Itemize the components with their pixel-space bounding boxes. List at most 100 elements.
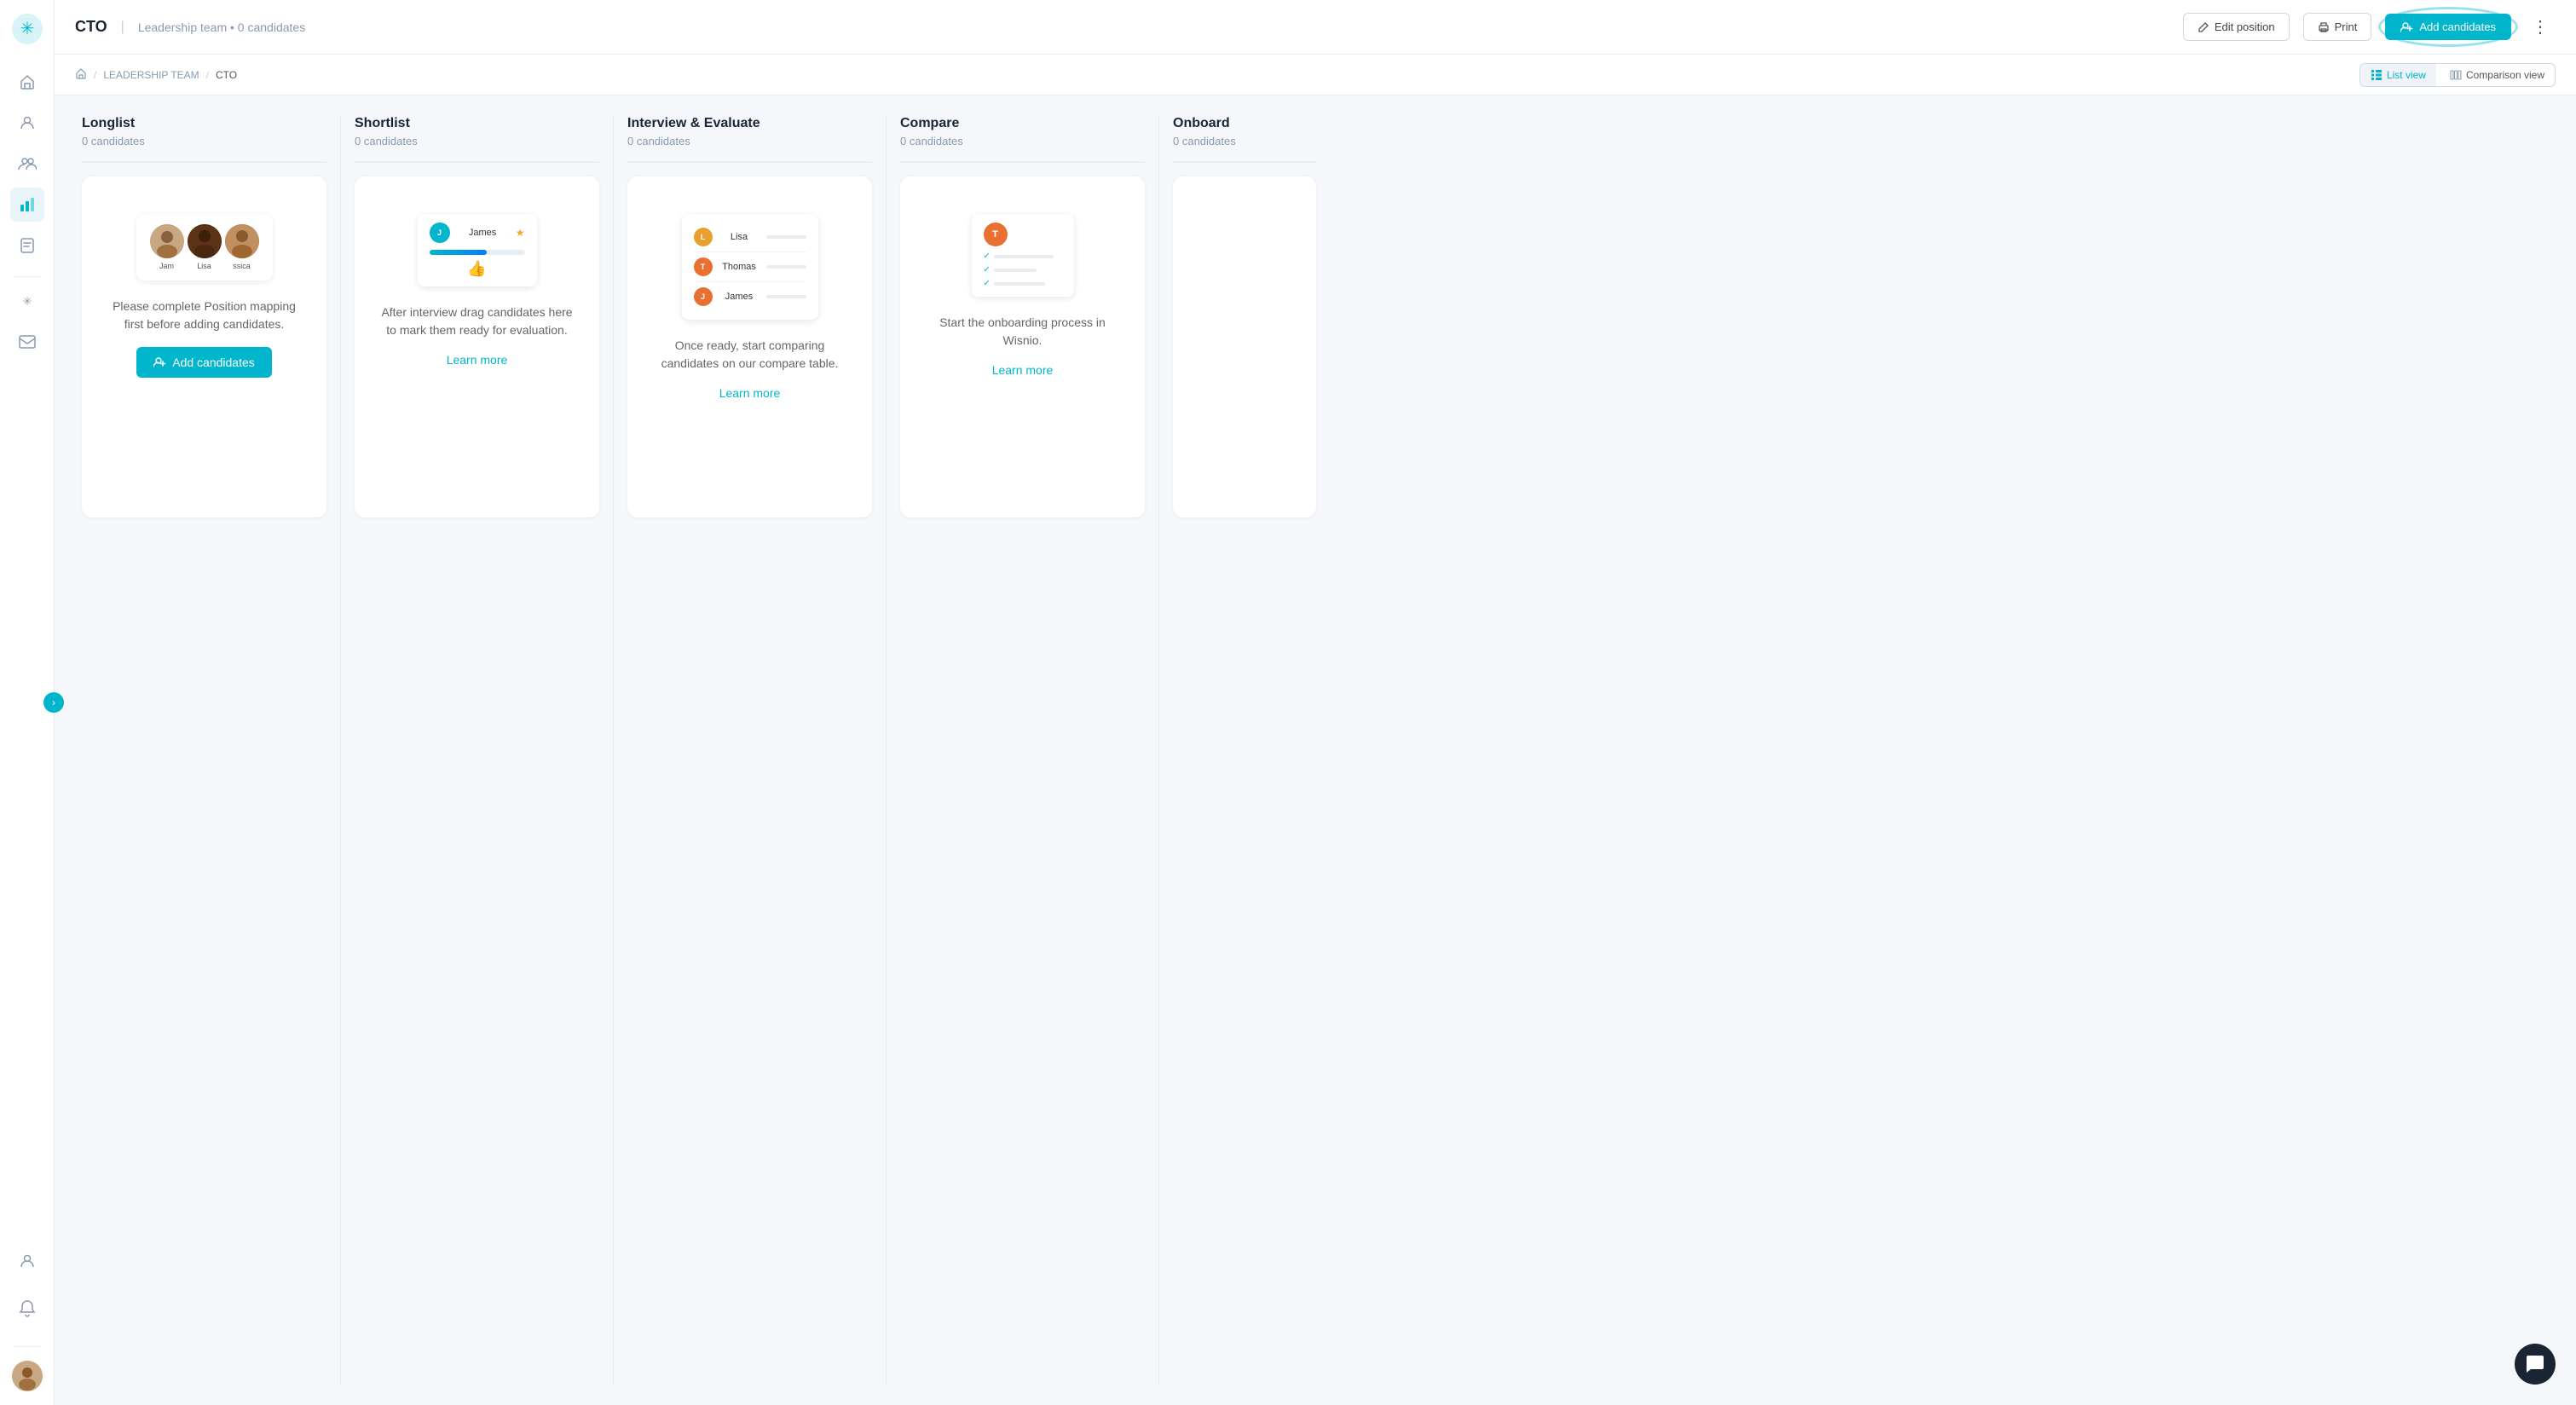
shortlist-divider [355,161,599,163]
sidebar-team-icon[interactable] [10,147,44,181]
sidebar-home-icon[interactable] [10,65,44,99]
compare-header: Compare 0 candidates [900,116,1145,147]
sidebar-ai-icon[interactable]: ✳ [10,284,44,318]
interview-row-lisa: L Lisa [694,223,806,252]
interview-name-thomas: Thomas [719,262,760,272]
onboard-divider [1173,161,1316,163]
sidebar-notes-icon[interactable] [10,228,44,263]
list-view-button[interactable]: List view [2360,64,2436,86]
add-candidates-card-button[interactable]: Add candidates [136,347,272,378]
compare-lines: ✓ ✓ ✓ [984,252,1062,288]
more-options-button[interactable]: ⋮ [2525,12,2556,43]
breadcrumb-home[interactable] [75,67,87,82]
compare-check-2: ✓ [984,265,991,275]
compare-column: Compare 0 candidates T ✓ [887,116,1159,1385]
avatar-group: Jam Lisa [136,214,273,280]
avatar-chip-jessica: ssica [225,224,259,270]
interview-learn-more[interactable]: Learn more [719,386,781,400]
svg-text:✳: ✳ [22,295,32,308]
shortlist-card-text: After interview drag candidates here to … [375,304,579,339]
add-candidates-header-button[interactable]: Add candidates [2385,14,2511,40]
avatar-jam [150,224,184,258]
shortlist-thumb-icon: 👍 [430,260,525,278]
compare-learn-more[interactable]: Learn more [992,363,1054,377]
print-button[interactable]: Print [2303,13,2372,41]
longlist-card: Jam Lisa [82,176,326,517]
sidebar: ✳ [0,0,55,1405]
compare-divider [900,161,1145,163]
interview-illustration: L Lisa T Thomas J James [682,214,818,320]
shortlist-bar-bg [430,250,525,255]
add-person-icon [2400,21,2414,33]
breadcrumb-sep-1: / [94,69,96,81]
interview-line-thomas [766,265,806,269]
compare-count: 0 candidates [900,135,1145,147]
print-icon [2318,21,2330,33]
breadcrumb-bar: / LEADERSHIP TEAM / CTO List view [55,55,2576,95]
longlist-header: Longlist 0 candidates [82,116,326,147]
compare-illustration: T ✓ ✓ [972,214,1074,297]
collapse-button[interactable]: › [43,692,64,713]
interview-avatar-thomas: T [694,257,713,276]
user-avatar[interactable] [12,1361,43,1391]
view-toggle: List view Comparison view [2359,63,2556,87]
app-logo[interactable]: ✳ [12,14,43,44]
compare-line-3 [994,282,1045,286]
compare-line-2 [994,269,1037,272]
compare-title: Compare [900,116,1145,131]
comparison-view-button[interactable]: Comparison view [2440,64,2555,86]
shortlist-avatar: J [430,223,450,243]
sidebar-mail-icon[interactable] [10,325,44,359]
interview-card-text: Once ready, start comparing candidates o… [648,337,852,373]
sidebar-person-icon[interactable] [10,106,44,140]
shortlist-bar-wrap [430,250,525,255]
interview-row-james: J James [694,282,806,311]
interview-card-container: L Lisa T Thomas J James [627,176,872,517]
interview-title: Interview & Evaluate [627,116,872,131]
interview-avatar-lisa: L [694,228,713,246]
edit-position-button[interactable]: Edit position [2183,13,2290,41]
list-view-icon [2371,69,2383,81]
avatar-lisa [188,224,222,258]
longlist-illustration: Jam Lisa [136,214,273,280]
interview-name-james: James [719,292,760,302]
shortlist-candidate-name: James [457,228,509,238]
breadcrumb-leadership-team[interactable]: LEADERSHIP TEAM [103,69,199,81]
longlist-count: 0 candidates [82,135,326,147]
sidebar-user-settings-icon[interactable] [10,1244,44,1278]
breadcrumb-sep-2: / [206,69,209,81]
compare-avatar: T [984,223,1008,246]
compare-check-1: ✓ [984,252,991,261]
sidebar-divider [14,276,41,277]
app-layout: ✳ [0,0,2576,1405]
shortlist-candidate-row: J James ★ [430,223,525,243]
sidebar-chart-icon[interactable] [10,188,44,222]
svg-text:✳: ✳ [20,20,34,38]
shortlist-column: Shortlist 0 candidates J James ★ [341,116,614,1385]
shortlist-star-icon: ★ [516,227,525,239]
add-person-card-icon [153,356,167,368]
chat-bubble-button[interactable] [2515,1344,2556,1385]
shortlist-header: Shortlist 0 candidates [355,116,599,147]
longlist-card-text: Please complete Position mapping first b… [102,298,306,333]
compare-line-1 [994,255,1054,258]
onboard-title: Onboard [1173,116,1316,131]
chat-icon [2525,1354,2545,1374]
compare-avatar-row: T [984,223,1062,246]
sidebar-bell-icon[interactable] [10,1292,44,1326]
avatar-chip-lisa: Lisa [188,224,222,270]
avatar-jessica-name: ssica [233,262,251,270]
shortlist-illustration: J James ★ 👍 [418,214,537,286]
shortlist-preview-card: J James ★ 👍 [418,214,537,286]
compare-check-3: ✓ [984,279,991,288]
avatar-jam-name: Jam [159,262,174,270]
shortlist-card-container: J James ★ 👍 After int [355,176,599,517]
onboard-card [1173,176,1316,517]
interview-line-james [766,295,806,298]
interview-divider [627,161,872,163]
shortlist-learn-more[interactable]: Learn more [447,353,508,367]
avatar-chip-jam: Jam [150,224,184,270]
add-candidates-card-label: Add candidates [172,356,255,369]
breadcrumb-cto: CTO [216,69,237,81]
interview-header: Interview & Evaluate 0 candidates [627,116,872,147]
